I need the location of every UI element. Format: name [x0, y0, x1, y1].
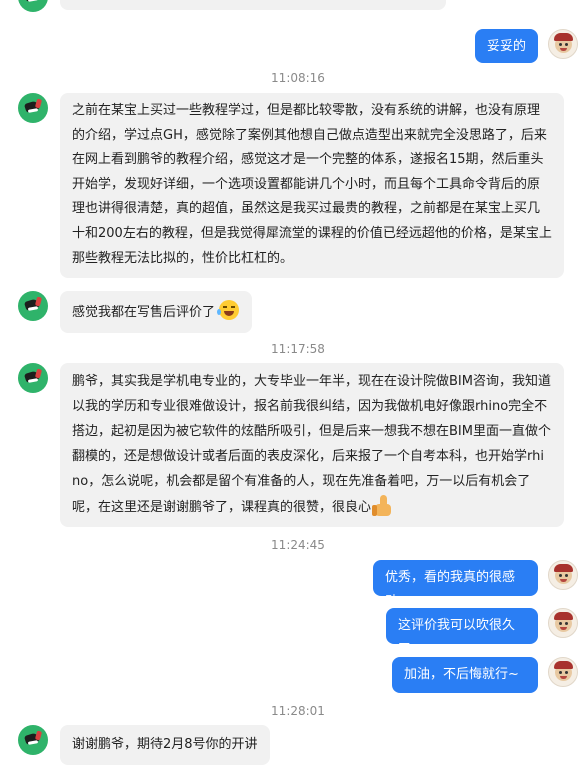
message-text: 优秀，看的我真的很感动: [385, 570, 516, 609]
message-bubble-incoming[interactable]: 感觉我都在写售后评价了: [60, 291, 252, 333]
message-text: 谢谢鹏爷，期待2月8号你的开讲: [72, 737, 258, 752]
message-text: 加油，不后悔就行~~: [404, 667, 519, 706]
message-bubble-outgoing[interactable]: 加油，不后悔就行~~: [392, 657, 538, 706]
contact-avatar[interactable]: [18, 291, 48, 321]
laugh-cry-emoji: [217, 300, 240, 320]
my-avatar[interactable]: [548, 29, 578, 59]
message-bubble-outgoing[interactable]: 妥妥的: [475, 29, 538, 63]
contact-avatar[interactable]: [18, 0, 48, 12]
message-bubble-incoming[interactable]: 鹏爷，其实我是学机电专业的，大专毕业一年半，现在在设计院做BIM咨询，我知道以我…: [60, 363, 564, 527]
message-bubble-outgoing[interactable]: 这评价我可以吹很久了: [386, 608, 538, 657]
contact-avatar[interactable]: [18, 363, 48, 393]
timestamp: 11:24:45: [271, 538, 325, 552]
message-text: 感觉我都在写售后评价了: [72, 305, 216, 320]
my-avatar[interactable]: [548, 657, 578, 687]
message-bubble-outgoing[interactable]: 优秀，看的我真的很感动: [373, 560, 538, 609]
my-avatar[interactable]: [548, 560, 578, 590]
message-bubble-incoming[interactable]: 之前在某宝上买过一些教程学过，但是都比较零散，没有系统的讲解，也没有原理的介绍，…: [60, 93, 564, 278]
contact-avatar[interactable]: [18, 725, 48, 755]
message-text: 鹏爷，其实我是学机电专业的，大专毕业一年半，现在在设计院做BIM咨询，我知道以我…: [72, 374, 551, 515]
message-text: 之前在某宝上买过一些教程学过，但是都比较零散，没有系统的讲解，也没有原理的介绍，…: [72, 103, 552, 266]
my-avatar[interactable]: [548, 608, 578, 638]
timestamp: 11:28:01: [271, 704, 325, 718]
timestamp: 11:08:16: [271, 71, 325, 85]
contact-avatar[interactable]: [18, 93, 48, 123]
timestamp: 11:17:58: [271, 342, 325, 356]
message-bubble-incoming[interactable]: 谢谢鹏爷，期待2月8号你的开讲: [60, 725, 270, 765]
message-text: 这评价我可以吹很久了: [398, 618, 516, 657]
message-text: 妥妥的: [487, 39, 527, 54]
message-text: …: [72, 0, 402, 2]
message-bubble-incoming-partial[interactable]: …: [60, 0, 446, 10]
thumbs-up-emoji: [371, 494, 395, 518]
chat-area: … 妥妥的 11:08:16 之前在某宝上买过一些教程学过，但是都比较零散，没有…: [0, 0, 580, 774]
